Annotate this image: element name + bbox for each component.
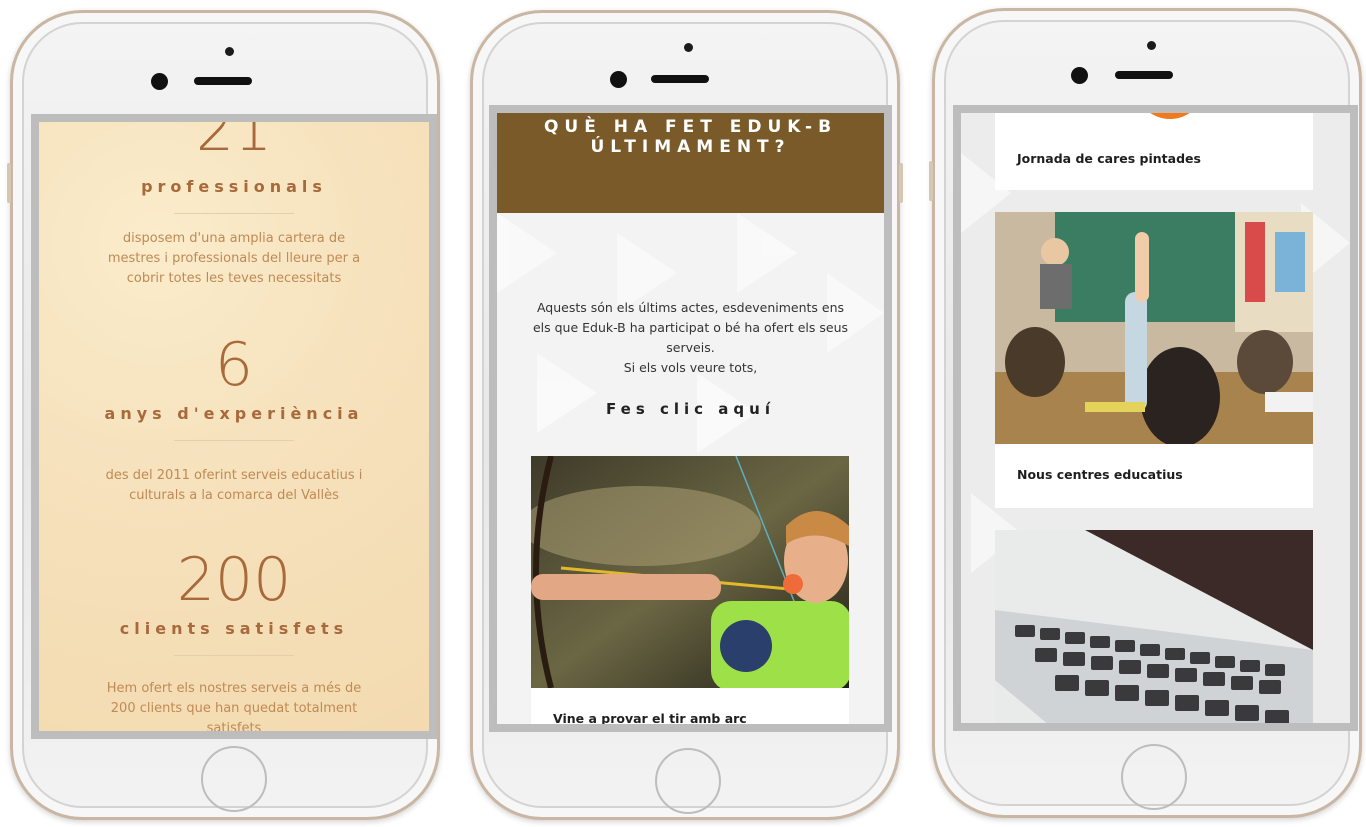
banner-title-line2: ÚLTIMAMENT? [590,137,791,157]
stat-number-professionals: 21 [195,114,273,165]
screen-events-list: Jornada de cares pintades Nous centres e… [953,105,1358,731]
archery-photo [531,456,849,688]
intro-line1: Aquests són els últims actes, esdevenime… [532,300,849,355]
earpiece-speaker [194,77,252,85]
home-button[interactable] [201,746,267,812]
front-camera [610,71,627,88]
event-card[interactable] [995,530,1313,723]
section-banner: QUÈ HA FET EDUK-B ÚLTIMAMENT? [497,113,884,213]
event-card[interactable]: Vine a provar el tir amb arc [531,456,849,726]
banner-title-line1: QUÈ HA FET EDUK-B [543,117,838,137]
side-button [7,163,11,203]
earpiece-speaker [1115,71,1173,79]
phone-mockup-1: 21 professionals disposem d'una amplia c… [7,10,440,820]
event-card-title: Nous centres educatius [1017,467,1183,482]
screen-stats: 21 professionals disposem d'una amplia c… [31,114,437,739]
stat-number-years: 6 [214,330,254,400]
banner-title: QUÈ HA FET EDUK-B ÚLTIMAMENT? [497,117,884,157]
event-card[interactable]: Nous centres educatius [995,212,1313,508]
classroom-photo [995,212,1313,444]
earpiece-speaker [651,75,709,83]
camera-dot [225,47,234,56]
see-all-link[interactable]: Fes clic aquí [497,400,884,418]
camera-dot [1147,41,1156,50]
stat-number-clients: 200 [176,545,292,615]
intro-line2: Si els vols veure tots, [623,360,758,375]
side-button [899,163,903,203]
event-card[interactable]: Jornada de cares pintades [995,113,1313,190]
event-card-title: Vine a provar el tir amb arc [553,711,747,726]
stat-label-clients: clients satisfets [119,619,349,638]
stat-desc-professionals: disposem d'una amplia cartera de mestres… [107,231,361,286]
divider [174,655,294,656]
intro-text: Aquests són els últims actes, esdevenime… [527,298,854,378]
phone-mockup-3: Jornada de cares pintades Nous centres e… [929,8,1362,818]
divider [174,213,294,214]
stat-label-professionals: professionals [141,177,327,196]
camera-dot [684,43,693,52]
front-camera [1071,67,1088,84]
home-button[interactable] [655,748,721,814]
laptop-photo [995,530,1313,723]
stat-desc-clients: Hem ofert els nostres serveis a més de 2… [106,681,362,736]
stat-label-years: anys d'experiència [104,404,364,423]
side-button [929,161,933,201]
phone-mockup-2: QUÈ HA FET EDUK-B ÚLTIMAMENT? Aquests só… [470,10,903,820]
home-button[interactable] [1121,744,1187,810]
stat-desc-years: des del 2011 oferint serveis educatius i… [105,468,363,503]
event-card-title: Jornada de cares pintades [1017,151,1201,166]
front-camera [151,73,168,90]
orange-shape [1135,113,1205,119]
screen-latest-events: QUÈ HA FET EDUK-B ÚLTIMAMENT? Aquests só… [489,105,892,732]
divider [174,440,294,441]
